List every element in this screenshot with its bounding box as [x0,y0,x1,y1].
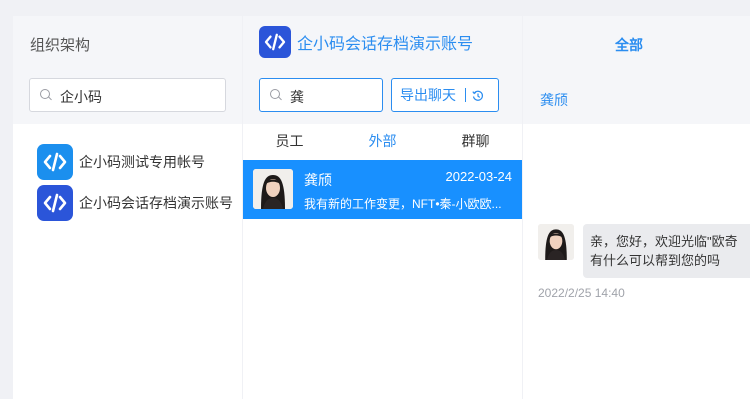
code-brackets-icon [259,26,291,58]
history-icon[interactable] [472,89,484,101]
account-name: 企小码会话存档演示账号 [79,195,233,211]
search-icon [270,89,282,101]
message-line: 有什么可以帮到您的吗 [590,253,721,268]
conversation-date: 2022-03-24 [445,169,513,184]
tab-external[interactable]: 外部 [336,124,429,160]
chat-list-panel: 企小码会话存档演示账号 龚 导出聊天 员工 外部 群聊 龚颀 2022-03-2… [243,16,522,399]
chat-account-title: 企小码会话存档演示账号 [297,36,474,53]
conversation-item[interactable]: 龚颀 2022-03-24 我有新的工作变更，NFT•秦-小欧欧... [243,160,522,219]
org-panel: 组织架构 企小码 企小码测试专用帐号 企小码会话存档演示账号 [13,16,242,399]
account-name: 企小码测试专用帐号 [79,154,205,170]
org-header: 组织架构 企小码 [13,16,242,124]
code-brackets-icon [37,144,73,180]
chat-account-header: 企小码会话存档演示账号 [259,26,473,58]
export-chat-button[interactable]: 导出聊天 [391,78,499,112]
avatar [538,224,574,260]
message-panel: 全部 龚颀 亲，您好，欢迎光临"欧奇 有什么可以帮到您的吗 2022/2/25 … [523,16,750,399]
chat-type-tabs: 员工 外部 群聊 [243,124,522,160]
chat-header: 企小码会话存档演示账号 龚 导出聊天 [243,16,522,124]
conversation-preview: 我有新的工作变更，NFT•秦-小欧欧... [304,197,502,211]
divider [465,88,466,102]
tab-employees[interactable]: 员工 [243,124,336,160]
account-list: 企小码测试专用帐号 企小码会话存档演示账号 [37,144,233,226]
conversation-name: 龚颀 [304,172,332,188]
org-search-input[interactable]: 企小码 [29,78,226,112]
contact-name-link[interactable]: 龚颀 [540,90,568,110]
tab-groups[interactable]: 群聊 [429,124,522,160]
chat-search-value: 龚 [290,89,304,105]
chat-search-input[interactable]: 龚 [259,78,383,112]
avatar [253,169,293,209]
org-search-value: 企小码 [60,89,102,105]
export-chat-label: 导出聊天 [400,87,456,103]
message-bubble: 亲，您好，欢迎光临"欧奇 有什么可以帮到您的吗 [583,224,750,278]
account-item[interactable]: 企小码测试专用帐号 [37,144,233,180]
search-icon [40,89,52,101]
account-item[interactable]: 企小码会话存档演示账号 [37,185,233,221]
org-title: 组织架构 [30,37,91,54]
code-brackets-icon [37,185,73,221]
filter-all-link[interactable]: 全部 [615,35,643,55]
message-timestamp: 2022/2/25 14:40 [538,286,625,300]
message-line: 亲，您好，欢迎光临"欧奇 [590,234,738,249]
message-header: 全部 龚颀 [523,16,750,124]
